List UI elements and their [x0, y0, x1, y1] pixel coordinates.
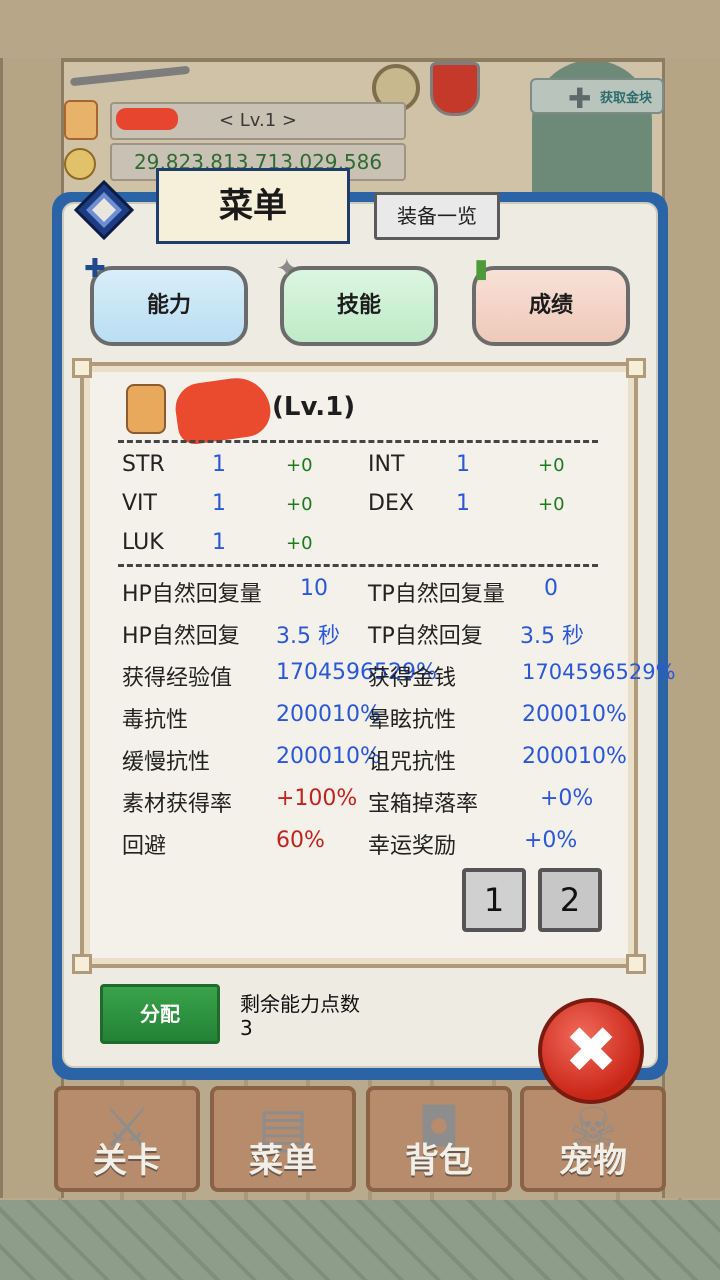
background-floor	[0, 1200, 720, 1280]
stat-value: +100%	[276, 786, 358, 811]
stat-value: 1	[212, 452, 226, 477]
panel-corner	[626, 954, 646, 974]
character-sprite-icon	[126, 384, 166, 434]
get-gold-button[interactable]: ✚ 获取金块	[530, 78, 664, 115]
stat-name: 缓慢抗性	[122, 750, 211, 775]
person-plus-icon: ✚	[84, 254, 106, 284]
stat-name: VIT	[122, 491, 157, 516]
stat-value: 10	[300, 576, 328, 601]
panel-corner	[626, 358, 646, 378]
tab-skill-label: 技能	[336, 293, 381, 318]
page-1-button[interactable]: 1	[462, 868, 526, 932]
close-button[interactable]: ✖	[538, 998, 644, 1104]
stat-name: 宝箱掉落率	[368, 792, 479, 817]
background-pillar-right	[662, 58, 720, 1198]
menu-title: 菜单	[156, 168, 350, 244]
stat-name: 获得经验值	[122, 666, 233, 691]
nav-stage-label: 关卡	[93, 1141, 161, 1181]
scroll-icon: ▮	[474, 254, 489, 284]
stat-name: TP自然回复量	[368, 582, 505, 607]
stat-name: TP自然回复	[368, 624, 483, 649]
tab-achievement-label: 成绩	[528, 293, 573, 318]
stat-bonus: +0	[538, 455, 565, 476]
stat-value: 200010%	[276, 744, 381, 769]
nav-bag-button[interactable]: ◘ 背包	[366, 1086, 512, 1192]
get-gold-label: 获取金块	[599, 90, 652, 106]
stat-name: HP自然回复量	[122, 582, 262, 607]
stat-value: 0	[544, 576, 558, 601]
panel-corner	[72, 358, 92, 378]
stat-value: +0%	[524, 828, 578, 853]
menu-book-icon	[74, 180, 134, 240]
equipment-list-button[interactable]: 装备一览	[374, 192, 500, 240]
stat-name: 毒抗性	[122, 708, 189, 733]
stat-name: 幸运奖励	[368, 834, 457, 859]
stat-name: 晕眩抗性	[368, 708, 457, 733]
stat-name: 诅咒抗性	[368, 750, 457, 775]
stat-name: INT	[368, 452, 405, 477]
stat-value: 60%	[276, 828, 325, 853]
stat-name: 回避	[122, 834, 167, 859]
stat-name: HP自然回复	[122, 624, 240, 649]
redacted-name-mark	[116, 108, 178, 130]
stat-value: 1704596529%	[522, 660, 676, 684]
stat-bonus: +0	[286, 494, 313, 515]
stat-value: 3.5 秒	[520, 624, 584, 649]
stat-name: STR	[122, 452, 165, 477]
stat-name: LUK	[122, 530, 164, 555]
remaining-points-value: 3	[240, 1016, 253, 1040]
stat-value: +0%	[540, 786, 594, 811]
stat-name: 获得金钱	[368, 666, 457, 691]
divider	[118, 564, 598, 567]
stat-value: 1	[456, 452, 470, 477]
allocate-button[interactable]: 分配	[100, 984, 220, 1044]
nav-menu-button[interactable]: ▤ 菜单	[210, 1086, 356, 1192]
remaining-points-label: 剩余能力点数	[240, 992, 360, 1016]
stat-name: DEX	[368, 491, 414, 516]
tab-achievement[interactable]: 成绩	[472, 266, 630, 346]
stat-value: 1	[456, 491, 470, 516]
stat-value: 200010%	[276, 702, 381, 727]
stat-bonus: +0	[538, 494, 565, 515]
wall-shield-decoration	[430, 62, 480, 116]
tab-skill[interactable]: 技能	[280, 266, 438, 346]
stat-value: 200010%	[522, 702, 627, 727]
stat-bonus: +0	[286, 455, 313, 476]
player-avatar-icon	[64, 100, 98, 140]
coin-icon	[64, 148, 96, 180]
page-2-button[interactable]: 2	[538, 868, 602, 932]
stat-name: 素材获得率	[122, 792, 233, 817]
stat-value: 200010%	[522, 744, 627, 769]
plus-icon: ✚	[568, 82, 592, 115]
stat-value: 3.5 秒	[276, 624, 340, 649]
background-beam	[0, 0, 720, 62]
sparkle-icon: ✦	[276, 254, 298, 284]
stat-value: 1	[212, 491, 226, 516]
stat-value: 1	[212, 530, 226, 555]
divider	[118, 440, 598, 443]
nav-bag-label: 背包	[405, 1141, 473, 1181]
close-icon: ✖	[564, 1014, 618, 1088]
nav-pet-label: 宠物	[559, 1141, 627, 1181]
nav-stage-button[interactable]: ⚔ 关卡	[54, 1086, 200, 1192]
character-level: (Lv.1)	[272, 392, 356, 422]
tab-ability-label: 能力	[146, 293, 191, 318]
panel-corner	[72, 954, 92, 974]
nav-menu-label: 菜单	[249, 1141, 317, 1181]
stat-bonus: +0	[286, 533, 313, 554]
tab-ability[interactable]: 能力	[90, 266, 248, 346]
